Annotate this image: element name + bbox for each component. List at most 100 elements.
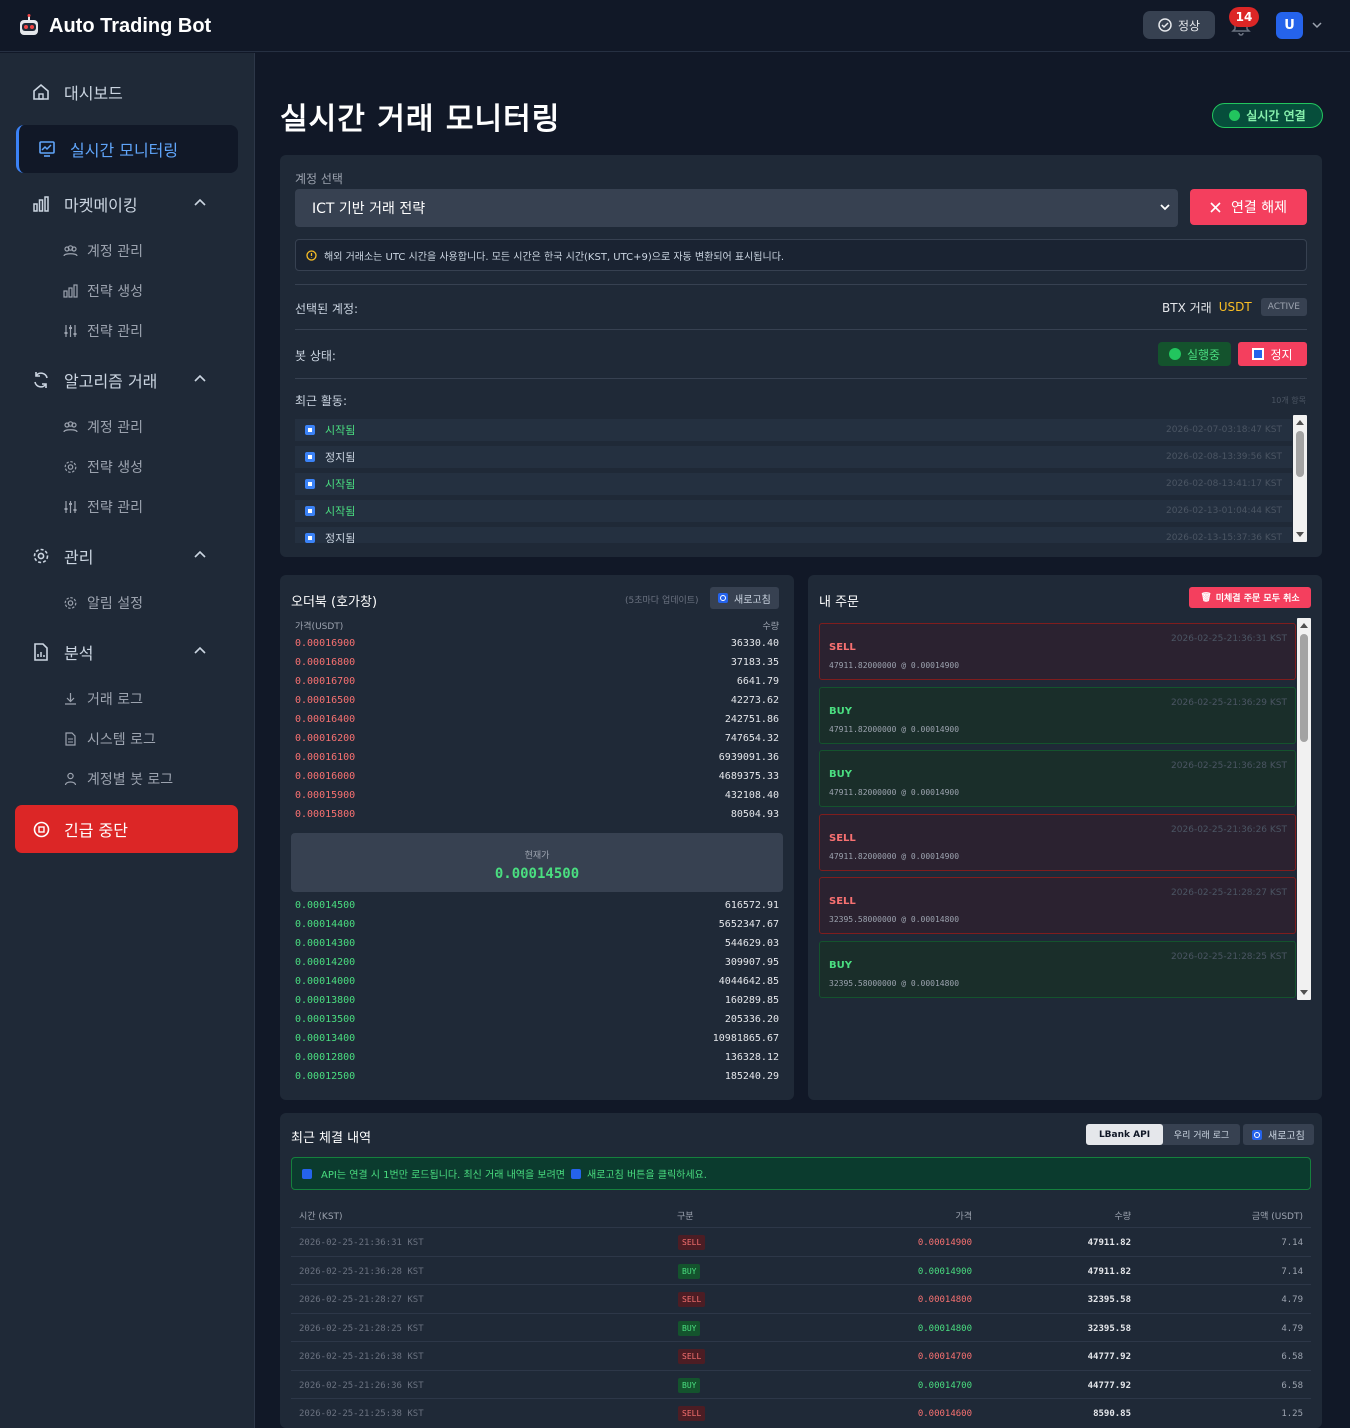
order-qty: 205336.20 bbox=[724, 1014, 779, 1025]
selected-account-currency: USDT bbox=[1218, 300, 1252, 314]
sidebar-item-mm-create-strategy[interactable]: 전략 생성 bbox=[63, 279, 143, 303]
trade-amount: 4.79 bbox=[1281, 1295, 1303, 1305]
col-header-price: 가격 bbox=[955, 1212, 972, 1222]
order-card[interactable]: BUY 2026-02-25-21:28:25 KST 32395.58000000… bbox=[819, 940, 1296, 998]
order-detail: 47911.82000000 @ 0.00014900 bbox=[829, 724, 960, 734]
order-price: 0.00015800 bbox=[295, 809, 356, 820]
emergency-stop-button[interactable]: 긴급 중단 bbox=[15, 805, 238, 853]
scrollbar-thumb[interactable] bbox=[1300, 634, 1308, 742]
trade-side-badge: SELL bbox=[678, 1349, 706, 1364]
bid-row: 0.00012800 136328.12 bbox=[295, 1052, 779, 1068]
avatar[interactable]: U bbox=[1276, 12, 1303, 39]
scroll-down-arrow-icon[interactable] bbox=[1300, 990, 1308, 995]
document-chart-icon bbox=[34, 643, 48, 661]
col-header-time: 시간 (KST) bbox=[299, 1212, 343, 1222]
system-status-button[interactable]: 정상 bbox=[1143, 11, 1215, 39]
order-qty: 242751.86 bbox=[724, 714, 779, 725]
activity-time: 2026-02-13-01:04:44 KST bbox=[1166, 506, 1282, 516]
sidebar-item-algo-manage-strategy[interactable]: 전략 관리 bbox=[63, 495, 143, 519]
logo[interactable]: Auto Trading Bot bbox=[18, 14, 211, 38]
order-price: 0.00016700 bbox=[295, 676, 356, 687]
order-side: SELL bbox=[829, 896, 856, 907]
play-icon bbox=[305, 506, 315, 516]
trades-info-text: API는 연결 시 1번만 로드됩니다. 최신 거래 내역을 보려면 bbox=[321, 1170, 565, 1181]
order-price: 0.00014500 bbox=[295, 900, 356, 911]
trades-refresh-button[interactable]: 새로고침 bbox=[1243, 1124, 1314, 1145]
download-icon bbox=[65, 693, 76, 705]
sidebar-item-live-monitoring[interactable]: 실시간 모니터링 bbox=[16, 125, 238, 173]
bid-row: 0.00013500 205336.20 bbox=[295, 1014, 779, 1030]
trade-amount: 6.58 bbox=[1281, 1352, 1303, 1362]
order-time: 2026-02-25-21:36:31 KST bbox=[1171, 634, 1287, 644]
scroll-up-arrow-icon[interactable] bbox=[1296, 420, 1304, 425]
cancel-all-orders-button[interactable]: 🗑 미체결 주문 모두 취소 bbox=[1189, 587, 1311, 608]
order-side: BUY bbox=[829, 959, 852, 971]
sidebar-item-system-log[interactable]: 시스템 로그 bbox=[63, 727, 156, 751]
sidebar-item-mm-manage-strategy[interactable]: 전략 관리 bbox=[63, 319, 143, 343]
app-title: Auto Trading Bot bbox=[49, 14, 212, 37]
trade-side-badge: BUY bbox=[678, 1320, 701, 1336]
ask-row: 0.00016900 36330.40 bbox=[295, 638, 779, 654]
sidebar-item-trade-log[interactable]: 거래 로그 bbox=[63, 687, 143, 711]
sidebar-group-market-making[interactable]: 마켓메이킹 bbox=[16, 181, 238, 227]
divider bbox=[295, 329, 1307, 330]
sidebar-sub-label: 계정별 봇 로그 bbox=[87, 772, 174, 788]
sidebar-group-algo-trading[interactable]: 알고리즘 거래 bbox=[16, 357, 238, 403]
chevron-up-icon bbox=[194, 550, 206, 558]
trades-info-notice: API는 연결 시 1번만 로드됩니다. 최신 거래 내역을 보려면 새로고침 … bbox=[291, 1157, 1311, 1190]
sidebar-sub-label: 전략 생성 bbox=[87, 284, 143, 300]
trade-time: 2026-02-25-21:25:38 KST bbox=[299, 1409, 424, 1419]
order-side: SELL bbox=[829, 832, 856, 844]
trade-time: 2026-02-25-21:36:28 KST bbox=[299, 1266, 424, 1277]
activity-list[interactable]: 시작됨 2026-02-07-03:18:47 KST 정지됨 2026-02-08-… bbox=[295, 419, 1292, 543]
my-orders-list[interactable]: SELL 2026-02-25-21:36:31 KST 47911.8200000… bbox=[819, 623, 1296, 999]
selected-account-info: BTX 거래 USDT ACTIVE bbox=[1162, 298, 1307, 316]
ask-row: 0.00016200 747654.32 bbox=[295, 733, 779, 749]
sidebar-item-account-bot-log[interactable]: 계정별 봇 로그 bbox=[63, 767, 173, 791]
sidebar-group-analysis[interactable]: 분석 bbox=[16, 629, 238, 675]
order-qty: 37183.35 bbox=[730, 657, 779, 668]
sidebar-item-alert-settings[interactable]: 알림 설정 bbox=[63, 591, 143, 615]
status-dot bbox=[1229, 110, 1241, 121]
info-icon bbox=[302, 1168, 312, 1179]
order-qty: 747654.32 bbox=[724, 733, 779, 744]
chevron-down-icon[interactable] bbox=[1312, 21, 1322, 29]
trade-qty: 44777.92 bbox=[1087, 1380, 1131, 1391]
sidebar-item-dashboard[interactable]: 대시보드 bbox=[16, 69, 238, 115]
scrollbar-thumb[interactable] bbox=[1296, 431, 1304, 477]
order-card[interactable]: SELL 2026-02-25-21:36:31 KST 47911.8200000… bbox=[819, 623, 1296, 680]
close-icon bbox=[1210, 201, 1221, 213]
activity-scrollbar[interactable] bbox=[1293, 415, 1307, 542]
bot-running-badge: 실행중 bbox=[1158, 342, 1231, 366]
sidebar-item-algo-create-strategy[interactable]: 전략 생성 bbox=[63, 455, 143, 479]
activity-count: 10개 항목 bbox=[1271, 396, 1306, 405]
disconnect-button[interactable]: 연결 해제 bbox=[1190, 189, 1307, 225]
sidebar-item-algo-accounts[interactable]: 계정 관리 bbox=[63, 415, 143, 439]
orderbook-refresh-button[interactable]: 새로고침 bbox=[710, 587, 779, 609]
order-price: 0.00016100 bbox=[295, 752, 356, 763]
scroll-down-arrow-icon[interactable] bbox=[1296, 532, 1304, 537]
my-orders-panel: 내 주문 🗑 미체결 주문 모두 취소 SELL 2026-02-25-21:36:… bbox=[808, 575, 1322, 1100]
trade-side-badge: SELL bbox=[678, 1235, 706, 1250]
sidebar-item-mm-accounts[interactable]: 계정 관리 bbox=[63, 239, 143, 263]
order-qty: 4044642.85 bbox=[718, 976, 779, 987]
order-qty: 136328.12 bbox=[724, 1052, 779, 1063]
selected-account-name: BTX 거래 bbox=[1162, 300, 1212, 315]
activity-row: 시작됨 2026-02-08-13:41:17 KST bbox=[295, 473, 1292, 495]
chart-monitor-icon bbox=[39, 141, 55, 157]
sidebar-group-management[interactable]: 관리 bbox=[16, 533, 238, 579]
order-card[interactable]: BUY 2026-02-25-21:36:28 KST 47911.82000000… bbox=[819, 750, 1296, 807]
col-header-qty: 수량 bbox=[1114, 1212, 1131, 1222]
bot-stop-button[interactable]: 정지 bbox=[1238, 342, 1307, 366]
account-select[interactable]: ICT 기반 거래 전략 bbox=[295, 189, 1178, 227]
order-card[interactable]: SELL 2026-02-25-21:36:26 KST 47911.8200000… bbox=[819, 813, 1296, 871]
tab-lbank-api[interactable]: LBank API bbox=[1086, 1124, 1163, 1145]
orders-scrollbar[interactable] bbox=[1297, 618, 1311, 1000]
order-card[interactable]: BUY 2026-02-25-21:36:29 KST 47911.82000000… bbox=[819, 686, 1296, 744]
order-card[interactable]: SELL 2026-02-25-21:28:27 KST 32395.5800000… bbox=[819, 877, 1296, 934]
order-qty: 616572.91 bbox=[724, 900, 779, 911]
trade-qty: 47911.82 bbox=[1087, 1266, 1131, 1277]
scroll-up-arrow-icon[interactable] bbox=[1300, 623, 1308, 628]
sidebar-sub-label: 계정 관리 bbox=[87, 420, 143, 436]
tab-our-trade-log[interactable]: 우리 거래 로그 bbox=[1163, 1124, 1240, 1145]
